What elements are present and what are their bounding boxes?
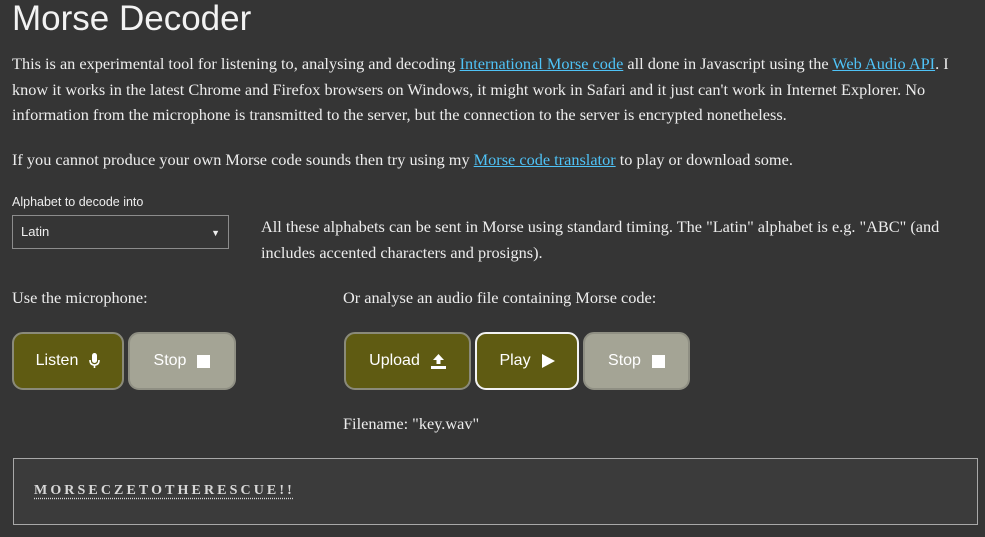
decoded-text: MORSECZETOTHERESCUE!!	[34, 483, 295, 498]
alphabet-label: Alphabet to decode into	[12, 195, 144, 209]
alphabet-select[interactable]: Latin ▼	[12, 215, 229, 249]
decoded-output-box: MORSECZETOTHERESCUE!!	[13, 458, 978, 525]
stop-audio-file-button[interactable]: Stop	[583, 332, 690, 390]
caret-down-icon: ▼	[211, 228, 220, 238]
microphone-icon	[89, 353, 101, 369]
audio-file-section-label: Or analyse an audio file containing Mors…	[343, 288, 657, 307]
upload-button-label: Upload	[369, 352, 420, 369]
intro-text-2: all done in Javascript using the	[623, 54, 833, 73]
stop-audio-file-label: Stop	[608, 352, 641, 369]
translator-note: If you cannot produce your own Morse cod…	[12, 147, 980, 173]
morse-translator-link[interactable]: Morse code translator	[474, 150, 616, 169]
stop-microphone-button[interactable]: Stop	[128, 332, 236, 390]
listen-button[interactable]: Listen	[12, 332, 124, 390]
web-audio-api-link[interactable]: Web Audio API	[832, 54, 935, 73]
intro-text-1: This is an experimental tool for listeni…	[12, 54, 460, 73]
play-button-label: Play	[499, 352, 531, 369]
upload-button[interactable]: Upload	[344, 332, 471, 390]
alphabet-description: All these alphabets can be sent in Morse…	[261, 217, 940, 262]
listen-button-label: Listen	[35, 352, 79, 369]
intro-paragraph: This is an experimental tool for listeni…	[12, 51, 980, 128]
morse-code-link[interactable]: International Morse code	[460, 54, 624, 73]
page-title: Morse Decoder	[12, 0, 252, 38]
note-text-1: If you cannot produce your own Morse cod…	[12, 150, 474, 169]
play-icon	[541, 354, 555, 368]
stop-microphone-label: Stop	[153, 352, 187, 369]
microphone-section-label: Use the microphone:	[12, 288, 148, 307]
stop-square-icon	[197, 354, 211, 368]
filename-label: Filename: "key.wav"	[343, 414, 480, 433]
play-button[interactable]: Play	[475, 332, 579, 390]
alphabet-selected-value: Latin	[21, 224, 50, 239]
note-text-2: to play or download some.	[615, 150, 793, 169]
stop-square-icon	[651, 354, 665, 368]
upload-icon	[430, 353, 446, 369]
